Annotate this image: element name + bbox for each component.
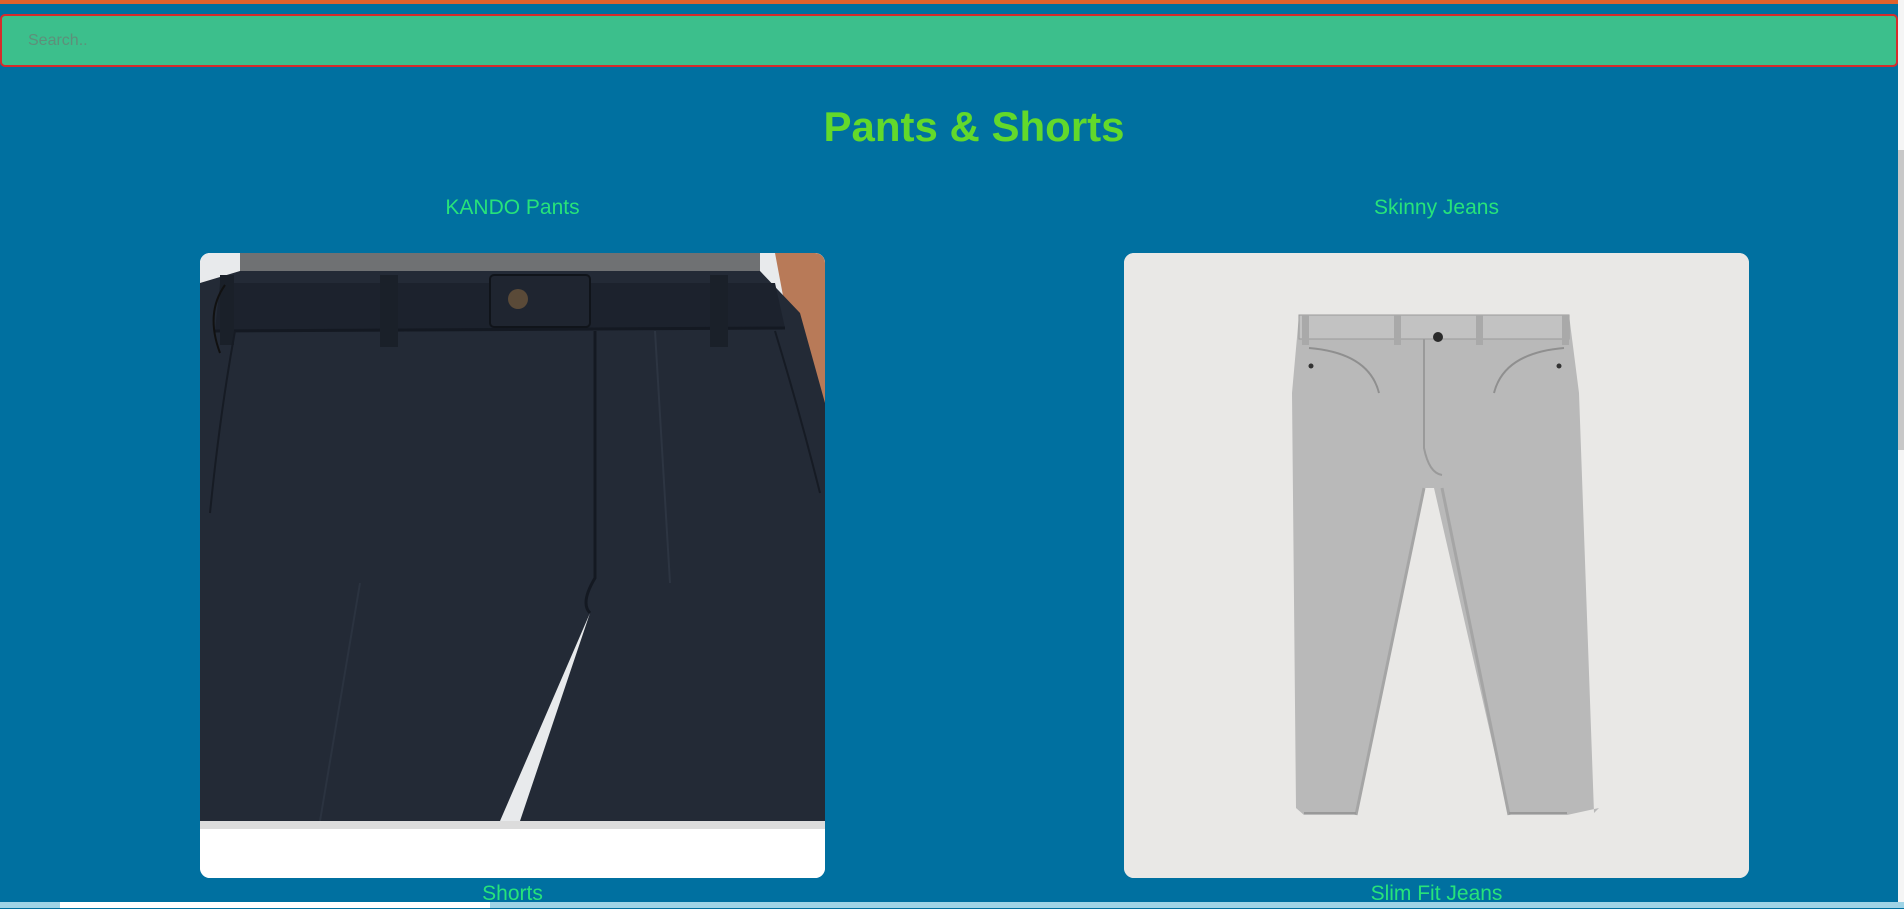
- scrollbar-thumb[interactable]: [1898, 150, 1904, 450]
- product-card-skinny-jeans[interactable]: Skinny Jeans: [1124, 195, 1749, 878]
- scrollbar[interactable]: [1898, 0, 1904, 908]
- search-input[interactable]: [0, 14, 1898, 67]
- product-card-kando-pants[interactable]: KANDO Pants: [200, 195, 825, 878]
- page-title: Pants & Shorts: [823, 103, 1125, 150]
- jeans-image[interactable]: [1124, 253, 1749, 878]
- product-name[interactable]: KANDO Pants: [200, 195, 825, 223]
- pants-image[interactable]: [200, 253, 825, 878]
- bottom-bar: [0, 902, 1904, 908]
- bottom-bar-segment: [60, 902, 490, 908]
- top-accent-strip: [0, 0, 1904, 4]
- product-name[interactable]: Skinny Jeans: [1124, 195, 1749, 223]
